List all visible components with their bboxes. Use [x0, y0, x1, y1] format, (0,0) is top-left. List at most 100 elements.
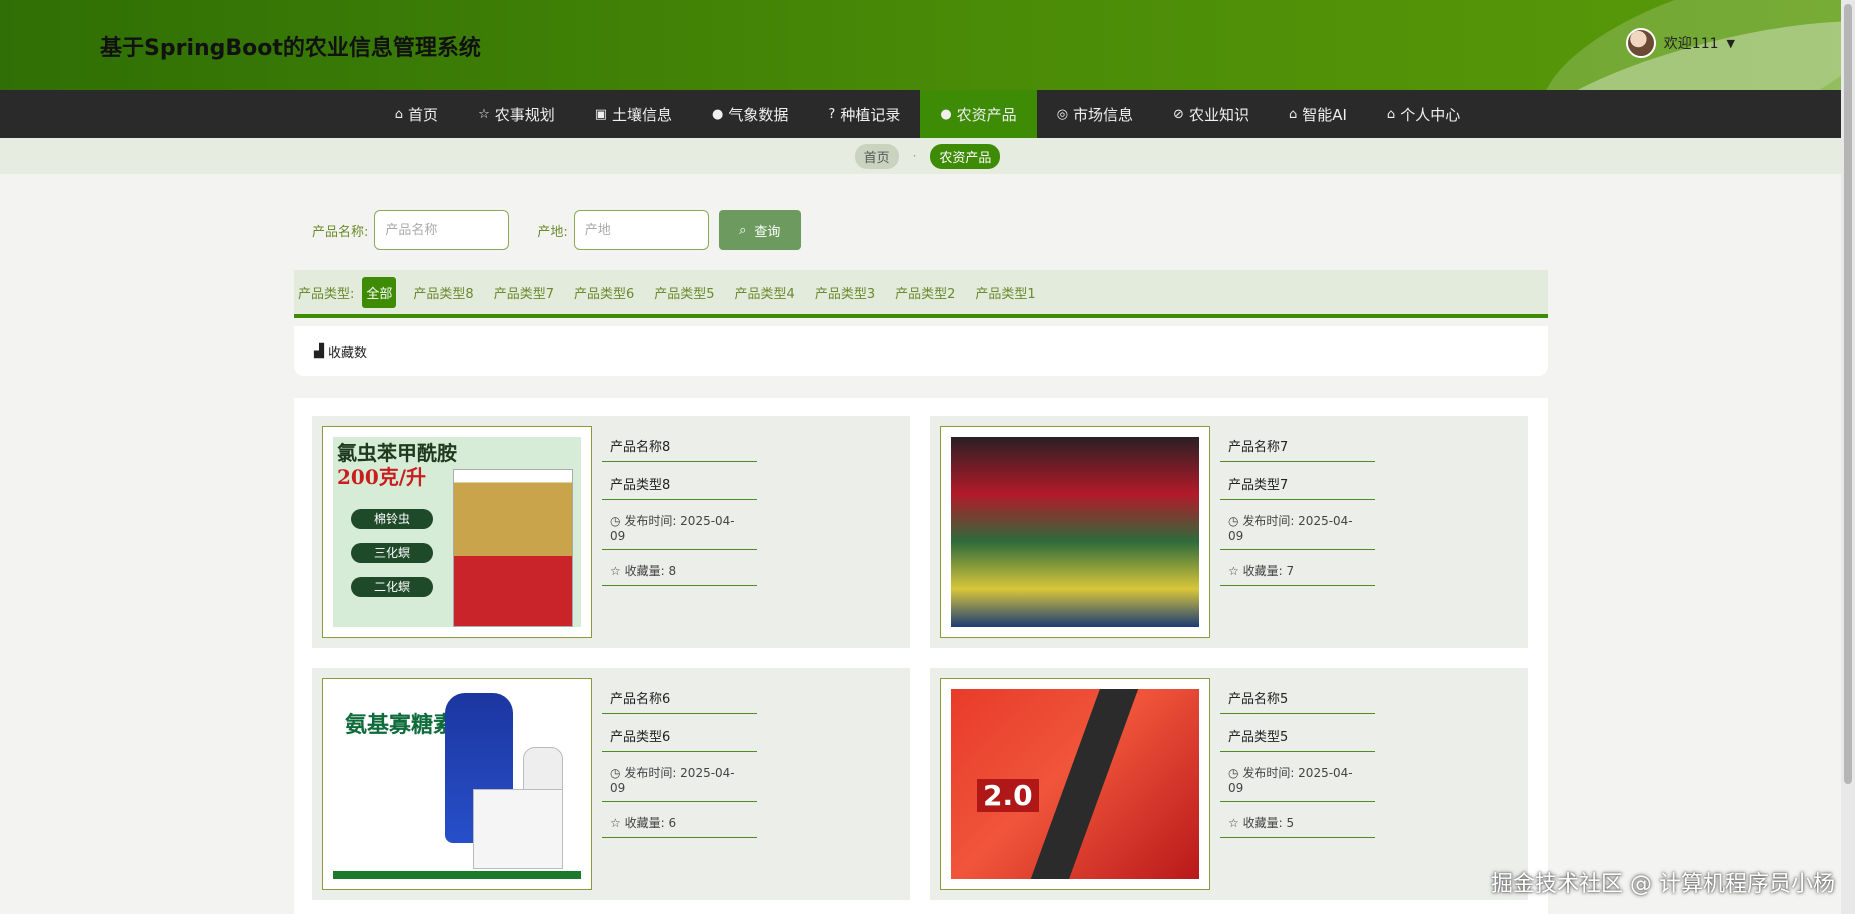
nav-item-label: 气象数据	[728, 105, 789, 124]
star-icon: ☆	[610, 564, 621, 578]
breadcrumb: 首页 · 农资产品	[0, 138, 1855, 174]
main-nav: ⌂ 首页 ☆ 农事规划 ▣ 土壤信息 ● 气象数据? 种植记录 ● 农资产品 ◎ 市场信息 ⊘ 农业知识 ⌂ 智…	[0, 90, 1855, 138]
bag-icon: ▣	[594, 106, 608, 122]
image-text: 二化螟	[351, 577, 433, 597]
product-type-option[interactable]: 产品类型7	[491, 278, 557, 307]
publish-date: ◷ 发布时间: 2025-04-09	[1220, 506, 1375, 550]
circle-icon: ◎	[1056, 106, 1069, 122]
nav-item-label: 市场信息	[1073, 105, 1134, 124]
product-type-label: 产品类型:	[298, 286, 355, 302]
caret-down-icon[interactable]: ▼	[1727, 37, 1735, 50]
breadcrumb-home[interactable]: 首页	[854, 143, 899, 169]
product-box	[473, 789, 563, 869]
product-card[interactable]: 产品名称7 产品类型7 ◷ 发布时间: 2025-04-09 ☆ 收藏量: 7	[930, 416, 1528, 648]
product-image[interactable]: 氨基寡糖素	[322, 678, 592, 890]
product-type: 产品类型8	[602, 468, 757, 500]
user-greeting[interactable]: 欢迎111	[1664, 33, 1719, 53]
product-name[interactable]: 产品名称7	[1220, 430, 1375, 462]
product-type-option[interactable]: 产品类型1	[972, 278, 1038, 307]
sort-bar: ▟ 收藏数	[294, 326, 1548, 376]
product-package	[951, 437, 1199, 627]
breadcrumb-current: 农资产品	[930, 143, 1001, 169]
product-card[interactable]: 2.0 产品名称5 产品类型5 ◷ 发布时间: 2025-04-09 ☆ 收藏量…	[930, 668, 1528, 900]
site-title: 基于SpringBoot的农业信息管理系统	[100, 36, 481, 61]
nav-item[interactable]: ⌂ 首页	[375, 90, 458, 138]
sort-by-favorites[interactable]: 收藏数	[328, 342, 367, 361]
product-type: 产品类型5	[1220, 720, 1375, 752]
info-icon: ●	[712, 106, 724, 122]
question-icon: ?	[828, 106, 836, 122]
nav-item-label: 农资产品	[956, 105, 1017, 124]
product-list: 氯虫苯甲酰胺 200克/升 棉铃虫 三化螟 二化螟 产品名称8 产品类型8 ◷ …	[294, 398, 1548, 914]
search-button[interactable]: ⌕ 查询	[718, 210, 801, 250]
nav-item-label: 智能AI	[1302, 105, 1347, 124]
publish-date: ◷ 发布时间: 2025-04-09	[602, 758, 757, 802]
nav-item[interactable]: ⌂ 智能AI	[1269, 90, 1367, 138]
nav-item-label: 农事规划	[494, 105, 555, 124]
image-text: 氨基寡糖素	[345, 712, 456, 738]
product-card[interactable]: 氯虫苯甲酰胺 200克/升 棉铃虫 三化螟 二化螟 产品名称8 产品类型8 ◷ …	[312, 416, 910, 648]
publish-date: ◷ 发布时间: 2025-04-09	[602, 506, 757, 550]
product-type: 产品类型7	[1220, 468, 1375, 500]
user-menu[interactable]: 欢迎111 ▼	[1625, 28, 1735, 58]
image-text: 棉铃虫	[351, 509, 433, 529]
favorite-count: ☆ 收藏量: 8	[602, 556, 757, 586]
nav-item[interactable]: ▣ 土壤信息	[575, 90, 692, 138]
product-type-option[interactable]: 产品类型3	[812, 278, 878, 307]
product-card[interactable]: 氨基寡糖素 产品名称6 产品类型6 ◷ 发布时间: 2025-04-09 ☆ 收…	[312, 668, 910, 900]
product-name[interactable]: 产品名称5	[1220, 682, 1375, 714]
info-icon: ●	[940, 106, 952, 122]
site-header: 基于SpringBoot的农业信息管理系统 欢迎111 ▼	[0, 0, 1855, 90]
favorite-count: ☆ 收藏量: 5	[1220, 808, 1375, 838]
star-icon: ☆	[1228, 816, 1239, 830]
product-type: 产品类型6	[602, 720, 757, 752]
scrollbar-thumb[interactable]	[1844, 4, 1852, 784]
nav-item[interactable]: ◎ 市场信息	[1037, 90, 1153, 138]
nav-item-label: 农业知识	[1188, 105, 1249, 124]
star-icon: ☆	[478, 106, 490, 122]
clock-icon: ◷	[610, 514, 621, 528]
chart-icon[interactable]: ▟	[314, 344, 324, 359]
nav-item[interactable]: ● 气象数据	[692, 90, 808, 138]
image-text: 2.0	[977, 779, 1039, 812]
search-icon: ⌕	[739, 222, 747, 237]
breadcrumb-separator: ·	[912, 149, 917, 163]
product-type-option[interactable]: 全部	[362, 276, 397, 308]
product-type-option[interactable]: 产品类型6	[571, 278, 637, 307]
product-image[interactable]: 2.0	[940, 678, 1210, 890]
favorite-count: ☆ 收藏量: 6	[602, 808, 757, 838]
nav-item[interactable]: ☆ 农事规划	[458, 90, 575, 138]
image-text: 200克/升	[337, 465, 427, 489]
product-type-filter: 产品类型: 全部 产品类型8 产品类型7 产品类型6 产品类型5 产品类型4 产品类型3 产品…	[294, 270, 1548, 318]
publish-date: ◷ 发布时间: 2025-04-09	[1220, 758, 1375, 802]
product-name-input[interactable]	[374, 210, 510, 250]
search-form: 产品名称: 产地: ⌕ 查询	[312, 210, 801, 250]
product-package	[453, 469, 573, 627]
product-type-option[interactable]: 产品类型4	[732, 278, 798, 307]
avatar[interactable]	[1625, 28, 1656, 58]
product-name-label: 产品名称:	[312, 224, 369, 240]
image-text: 三化螟	[351, 543, 433, 563]
product-name[interactable]: 产品名称6	[602, 682, 757, 714]
origin-label: 产地:	[537, 224, 568, 240]
nav-item[interactable]: ⊘ 农业知识	[1153, 90, 1269, 138]
product-type-option[interactable]: 产品类型2	[892, 278, 958, 307]
search-button-label: 查询	[754, 223, 781, 239]
nav-item[interactable]: ⌂ 个人中心	[1367, 90, 1480, 138]
nav-item-label: 个人中心	[1400, 105, 1461, 124]
page-scrollbar[interactable]	[1841, 0, 1855, 914]
product-image[interactable]	[940, 426, 1210, 638]
favorite-count: ☆ 收藏量: 7	[1220, 556, 1375, 586]
product-name[interactable]: 产品名称8	[602, 430, 757, 462]
compass-icon: ⊘	[1173, 106, 1184, 122]
origin-input[interactable]	[573, 210, 709, 250]
nav-item[interactable]: ● 农资产品	[920, 90, 1037, 138]
product-image[interactable]: 氯虫苯甲酰胺 200克/升 棉铃虫 三化螟 二化螟	[322, 426, 592, 638]
watermark: 掘金技术社区 @ 计算机程序员小杨	[1491, 872, 1835, 897]
nav-item[interactable]: ? 种植记录	[808, 90, 920, 138]
clock-icon: ◷	[1228, 766, 1239, 780]
home-icon: ⌂	[394, 106, 404, 122]
product-type-option[interactable]: 产品类型5	[651, 278, 717, 307]
clock-icon: ◷	[1228, 514, 1239, 528]
product-type-option[interactable]: 产品类型8	[410, 278, 476, 307]
